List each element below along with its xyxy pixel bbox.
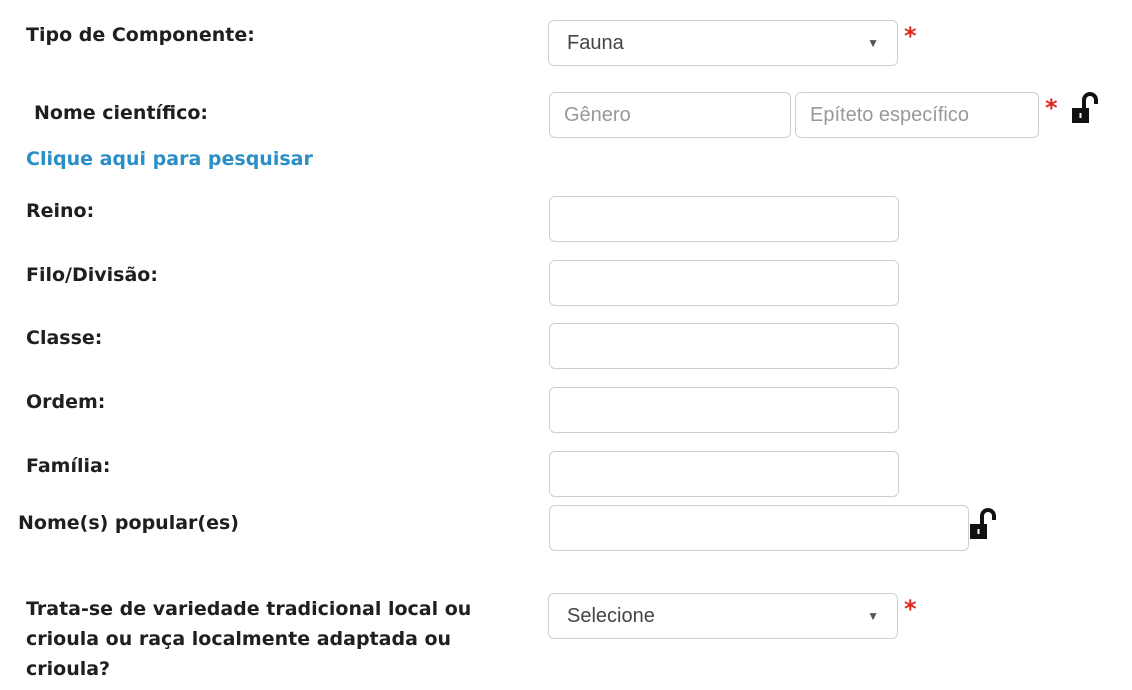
tipo-componente-label: Tipo de Componente: xyxy=(26,24,255,46)
epiteto-input[interactable] xyxy=(795,92,1039,138)
ordem-input[interactable] xyxy=(549,387,899,433)
reino-label: Reino: xyxy=(26,200,95,222)
filo-label: Filo/Divisão: xyxy=(26,264,158,286)
familia-input[interactable] xyxy=(549,451,899,497)
variedade-label: Trata-se de variedade tradicional local … xyxy=(26,598,472,680)
caret-down-icon: ▼ xyxy=(867,36,879,50)
lock-open-icon[interactable] xyxy=(1070,92,1100,124)
familia-label: Família: xyxy=(26,455,111,477)
required-marker: * xyxy=(1045,94,1058,122)
nome-popular-label: Nome(s) popular(es) xyxy=(18,512,239,534)
required-marker: * xyxy=(904,595,917,623)
caret-down-icon: ▼ xyxy=(867,609,879,623)
tipo-componente-value: Fauna xyxy=(567,31,624,54)
variedade-value: Selecione xyxy=(567,604,655,627)
required-marker: * xyxy=(904,22,917,50)
classe-label: Classe: xyxy=(26,327,103,349)
nome-cientifico-label: Nome científico: xyxy=(34,102,209,124)
lock-open-icon[interactable] xyxy=(968,508,998,540)
variedade-select[interactable]: Selecione ▼ xyxy=(548,593,898,639)
search-link[interactable]: Clique aqui para pesquisar xyxy=(26,148,313,170)
classe-input[interactable] xyxy=(549,323,899,369)
ordem-label: Ordem: xyxy=(26,391,106,413)
nome-popular-input[interactable] xyxy=(549,505,969,551)
filo-input[interactable] xyxy=(549,260,899,306)
reino-input[interactable] xyxy=(549,196,899,242)
genero-input[interactable] xyxy=(549,92,791,138)
tipo-componente-select[interactable]: Fauna ▼ xyxy=(548,20,898,66)
